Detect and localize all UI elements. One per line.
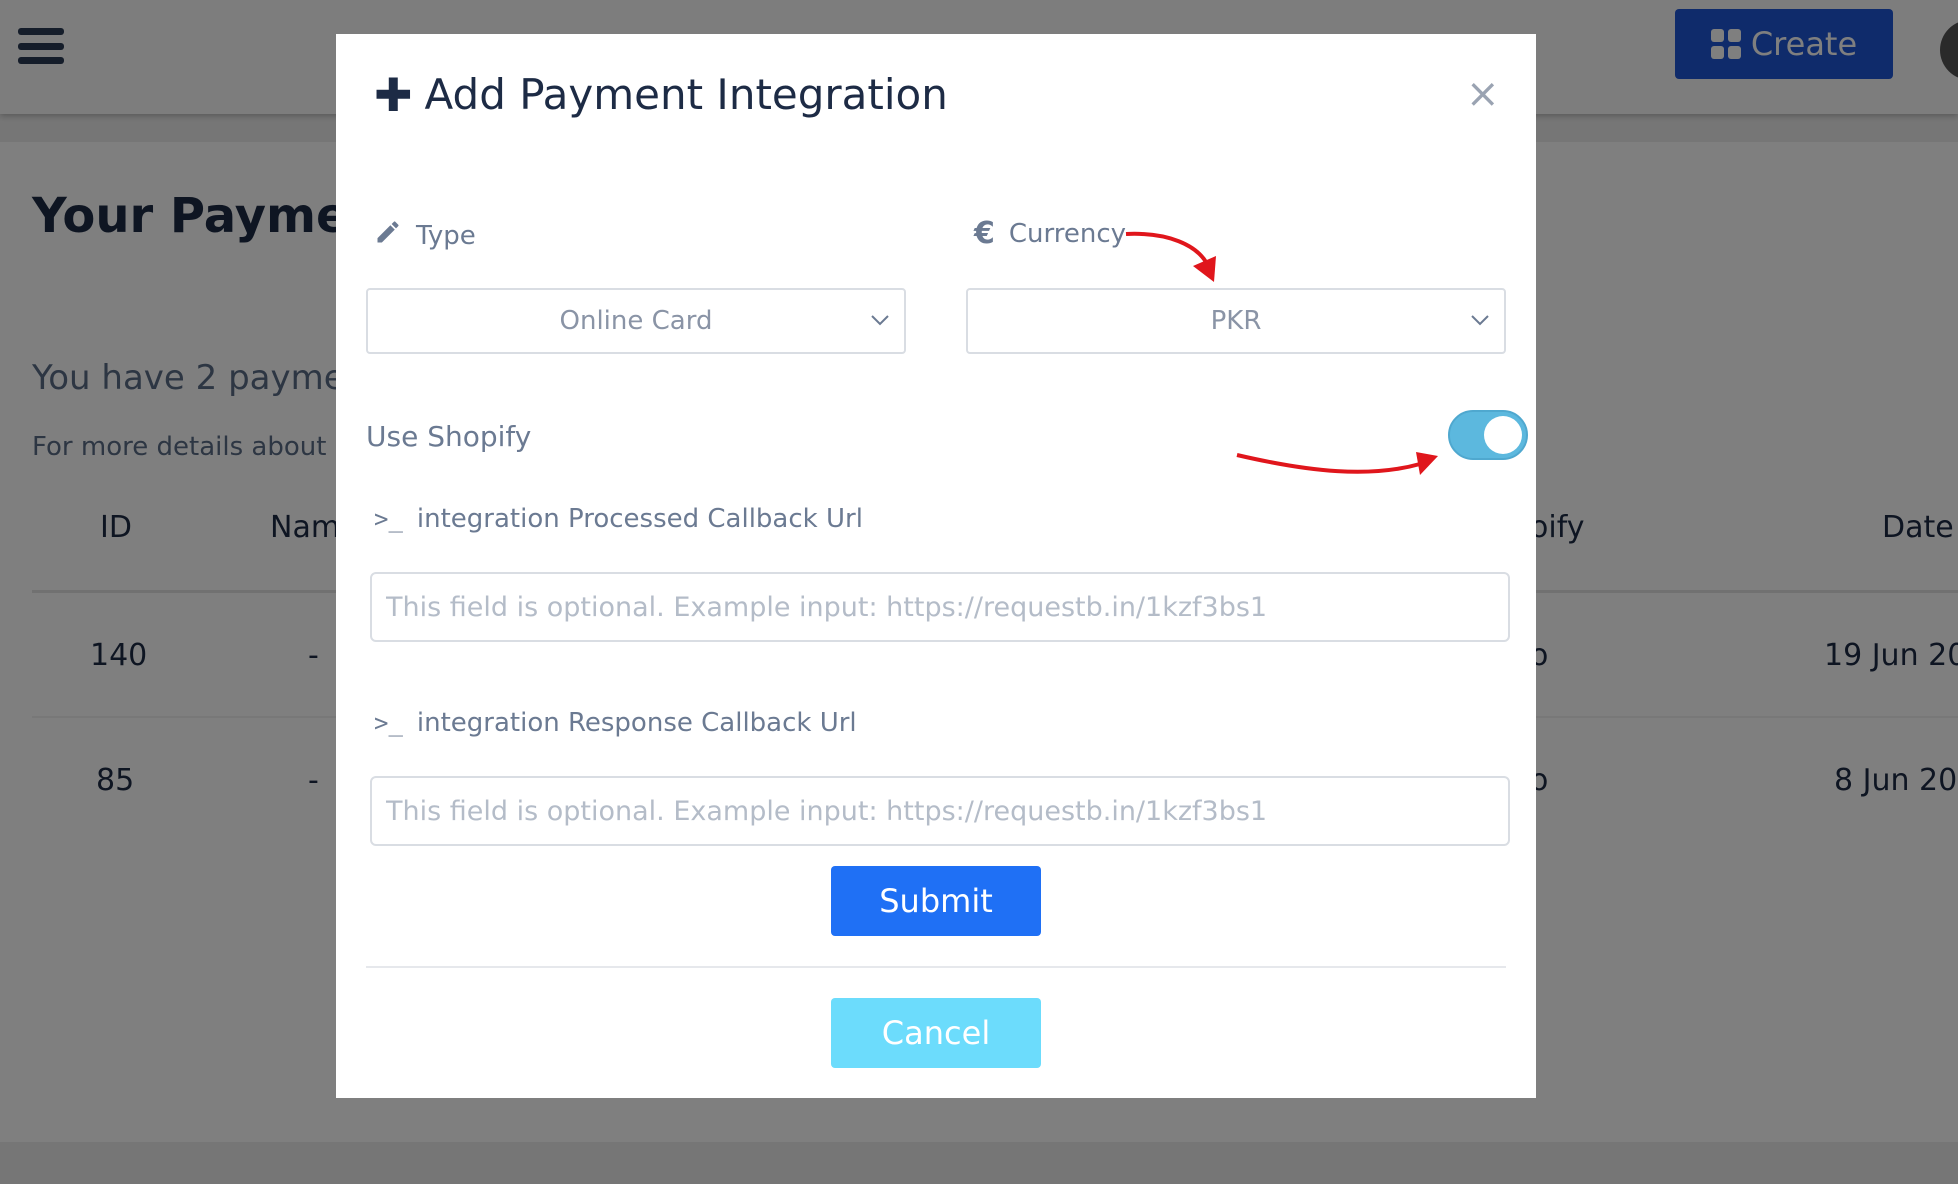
use-shopify-label: Use Shopify [366,420,532,453]
type-label: Type [374,218,476,253]
modal-footer-divider [366,966,1506,968]
use-shopify-toggle[interactable] [1448,410,1528,460]
currency-select-value: PKR [1210,306,1262,336]
terminal-prompt-icon: >_ [374,709,403,737]
currency-select[interactable]: PKR [966,288,1506,354]
submit-button[interactable]: Submit [831,866,1041,936]
euro-icon: € [974,216,995,251]
terminal-prompt-icon: >_ [374,505,403,533]
processed-callback-label: >_ integration Processed Callback Url [374,504,863,534]
add-payment-integration-modal: ✚ Add Payment Integration × Type Online … [336,34,1536,1098]
processed-callback-url-input[interactable] [370,572,1510,642]
response-callback-label-text: integration Response Callback Url [416,708,857,738]
modal-title-text: Add Payment Integration [424,70,948,119]
currency-label-text: Currency [1008,218,1127,249]
modal-title: ✚ Add Payment Integration [374,70,948,119]
type-select-value: Online Card [559,306,713,336]
response-callback-label: >_ integration Response Callback Url [374,708,857,738]
currency-label: € Currency [974,216,1126,251]
type-select[interactable]: Online Card [366,288,906,354]
plus-icon: ✚ [374,67,413,122]
response-callback-url-input[interactable] [370,776,1510,846]
pencil-icon [374,218,402,253]
processed-callback-label-text: integration Processed Callback Url [416,504,863,534]
type-label-text: Type [416,220,476,251]
close-icon[interactable]: × [1466,74,1500,114]
chevron-down-icon [1471,315,1489,326]
chevron-down-icon [871,315,889,326]
cancel-button[interactable]: Cancel [831,998,1041,1068]
toggle-knob [1484,416,1522,454]
